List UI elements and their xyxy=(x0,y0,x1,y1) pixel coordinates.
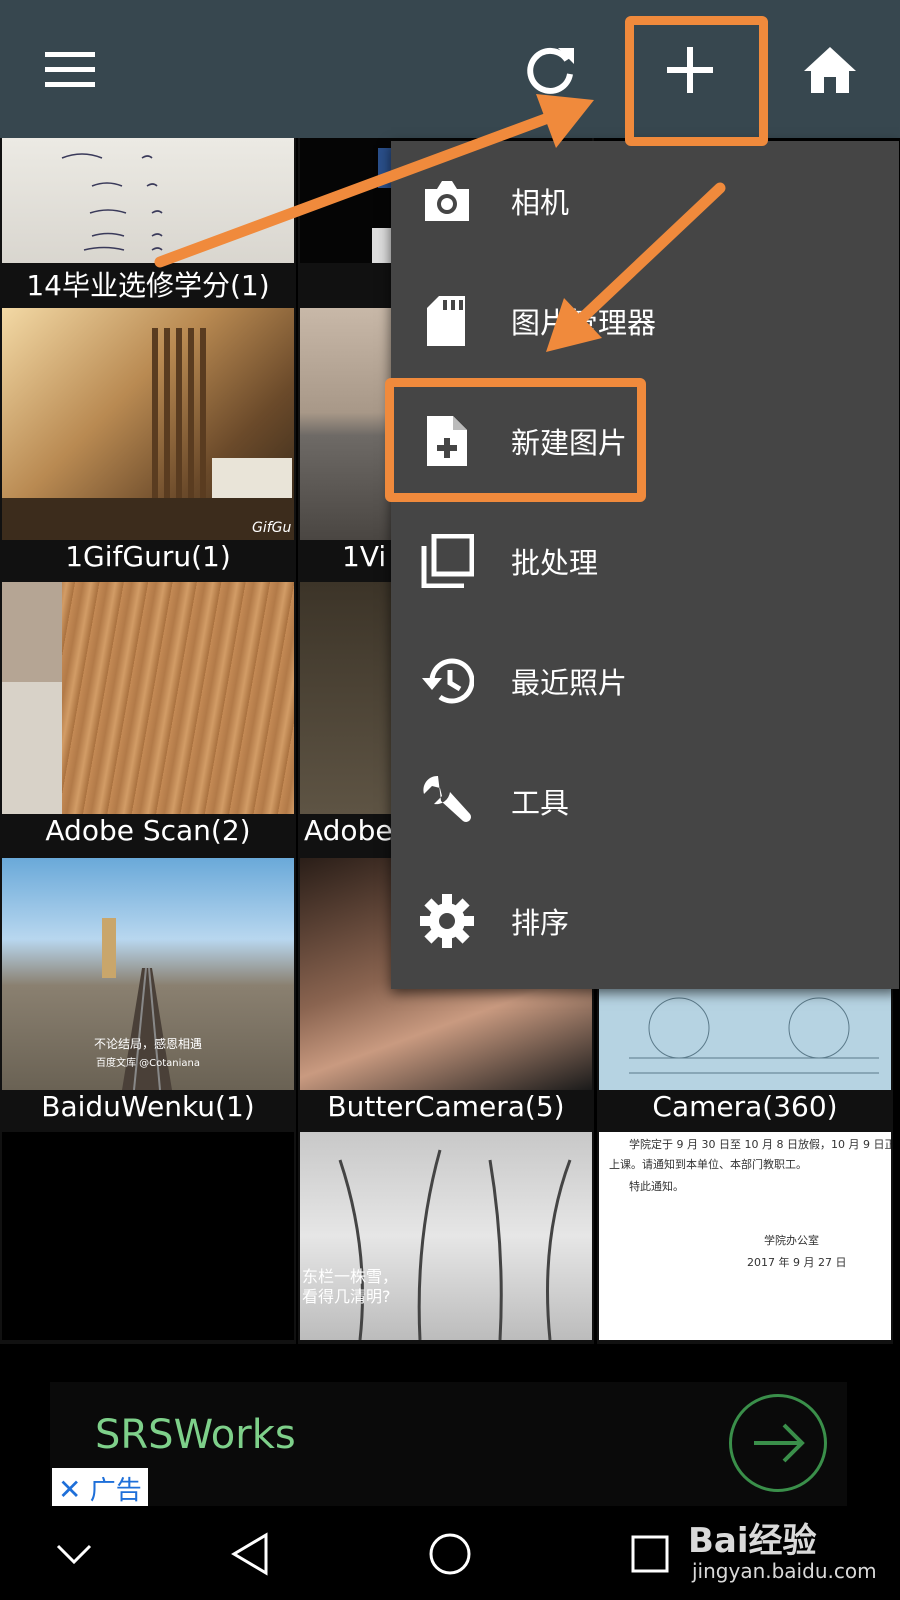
hide-nav-button[interactable] xyxy=(44,1524,104,1584)
album-cell[interactable]: 不论结局，感恩相遇 百度文库 @Cotaniana BaiduWenku(1) xyxy=(0,856,296,1130)
wrench-icon xyxy=(417,771,477,831)
home-icon xyxy=(804,47,856,93)
notice-text: 学院定于 9 月 30 日至 10 月 8 日放假，10 月 9 日正式 xyxy=(629,1137,891,1151)
watermark-brand: Bai经验 xyxy=(688,1521,817,1561)
album-thumbnail xyxy=(2,138,294,263)
album-cell[interactable] xyxy=(0,1130,296,1344)
album-label: Camera(360) xyxy=(652,1090,838,1123)
history-icon xyxy=(417,651,477,711)
camera-icon xyxy=(417,171,477,231)
ad-tag-label: 广告 xyxy=(89,1476,142,1506)
baidu-watermark: Bai经验 jingyan.baidu.com xyxy=(688,1513,898,1593)
recents-button[interactable] xyxy=(620,1524,680,1584)
notice-text: 学院办公室 xyxy=(764,1233,819,1247)
refresh-button[interactable] xyxy=(500,20,600,120)
arrow-right-icon xyxy=(732,1397,824,1489)
menu-item-label: 图片管理器 xyxy=(511,306,657,340)
recents-icon xyxy=(630,1534,670,1574)
menu-item-label: 批处理 xyxy=(511,546,599,580)
album-label: Adobe Scan(2) xyxy=(45,814,251,847)
album-cell[interactable]: 东栏一株雪， 看得几清明? xyxy=(298,1130,594,1344)
chevron-down-icon xyxy=(56,1544,92,1564)
notice-text: 2017 年 9 月 27 日 xyxy=(747,1255,846,1269)
menu-item-label: 最近照片 xyxy=(511,666,628,700)
album-cell[interactable]: 14毕业选修学分(1) xyxy=(0,138,296,306)
snow-caption: 看得几清明? xyxy=(302,1287,391,1306)
album-thumbnail: GifGu xyxy=(2,308,294,540)
home-button[interactable] xyxy=(780,20,880,120)
album-cell[interactable]: Adobe Scan(2) xyxy=(0,580,296,856)
ad-title: SRSWorks xyxy=(95,1412,296,1458)
album-label: BaiduWenku(1) xyxy=(41,1090,255,1123)
baidu-caption: 百度文库 @Cotaniana xyxy=(96,1056,200,1069)
add-dropdown-menu: 相机 图片管理器 新建图片 批处理 最近照片 工具 排序 xyxy=(391,141,899,989)
notice-text: 特此通知。 xyxy=(629,1179,684,1193)
album-thumbnail xyxy=(2,582,294,814)
menu-item-recent-photos[interactable]: 最近照片 xyxy=(391,621,899,741)
highlight-box-add xyxy=(625,16,768,146)
menu-item-camera[interactable]: 相机 xyxy=(391,141,899,261)
menu-item-tools[interactable]: 工具 xyxy=(391,741,899,861)
menu-item-label: 相机 xyxy=(511,186,570,220)
menu-item-sort[interactable]: 排序 xyxy=(391,861,899,981)
hamburger-icon xyxy=(45,52,95,88)
ad-banner[interactable]: SRSWorks ✕ 广告 xyxy=(50,1382,847,1509)
ad-action-button[interactable] xyxy=(729,1394,827,1492)
album-thumbnail xyxy=(2,1132,294,1340)
refresh-icon xyxy=(524,44,576,96)
menu-item-batch[interactable]: 批处理 xyxy=(391,501,899,621)
album-cell[interactable]: GifGu 1GifGuru(1) xyxy=(0,306,296,580)
album-cell[interactable]: 学院定于 9 月 30 日至 10 月 8 日放假，10 月 9 日正式上课。请… xyxy=(597,1130,893,1344)
sd-card-icon xyxy=(417,291,477,351)
album-label: 1GifGuru(1) xyxy=(65,540,231,573)
back-icon xyxy=(230,1532,270,1576)
album-thumbnail: 不论结局，感恩相遇 百度文库 @Cotaniana xyxy=(2,858,294,1090)
batch-icon xyxy=(417,531,477,591)
watermark-url: jingyan.baidu.com xyxy=(692,1559,877,1583)
ad-tag[interactable]: ✕ 广告 xyxy=(52,1468,148,1509)
menu-item-label: 排序 xyxy=(511,906,570,940)
baidu-caption: 不论结局，感恩相遇 xyxy=(94,1036,202,1051)
close-icon[interactable]: ✕ xyxy=(58,1473,81,1506)
menu-item-label: 工具 xyxy=(511,786,570,820)
album-thumbnail: 学院定于 9 月 30 日至 10 月 8 日放假，10 月 9 日正式上课。请… xyxy=(599,1132,891,1340)
menu-button[interactable] xyxy=(20,20,120,120)
gear-icon xyxy=(417,891,477,951)
menu-item-image-manager[interactable]: 图片管理器 xyxy=(391,261,899,381)
back-button[interactable] xyxy=(220,1524,280,1584)
highlight-box-new-image xyxy=(385,378,646,502)
album-label: 14毕业选修学分(1) xyxy=(26,269,270,302)
home-nav-button[interactable] xyxy=(420,1524,480,1584)
album-thumbnail: 东栏一株雪， 看得几清明? xyxy=(300,1132,592,1340)
gif-watermark: GifGu xyxy=(252,520,292,536)
notice-text: 上课。请通知到本单位、本部门教职工。 xyxy=(609,1157,807,1171)
album-label: ButterCamera(5) xyxy=(327,1090,565,1123)
snow-caption: 东栏一株雪， xyxy=(302,1267,398,1286)
home-circle-icon xyxy=(428,1532,472,1576)
